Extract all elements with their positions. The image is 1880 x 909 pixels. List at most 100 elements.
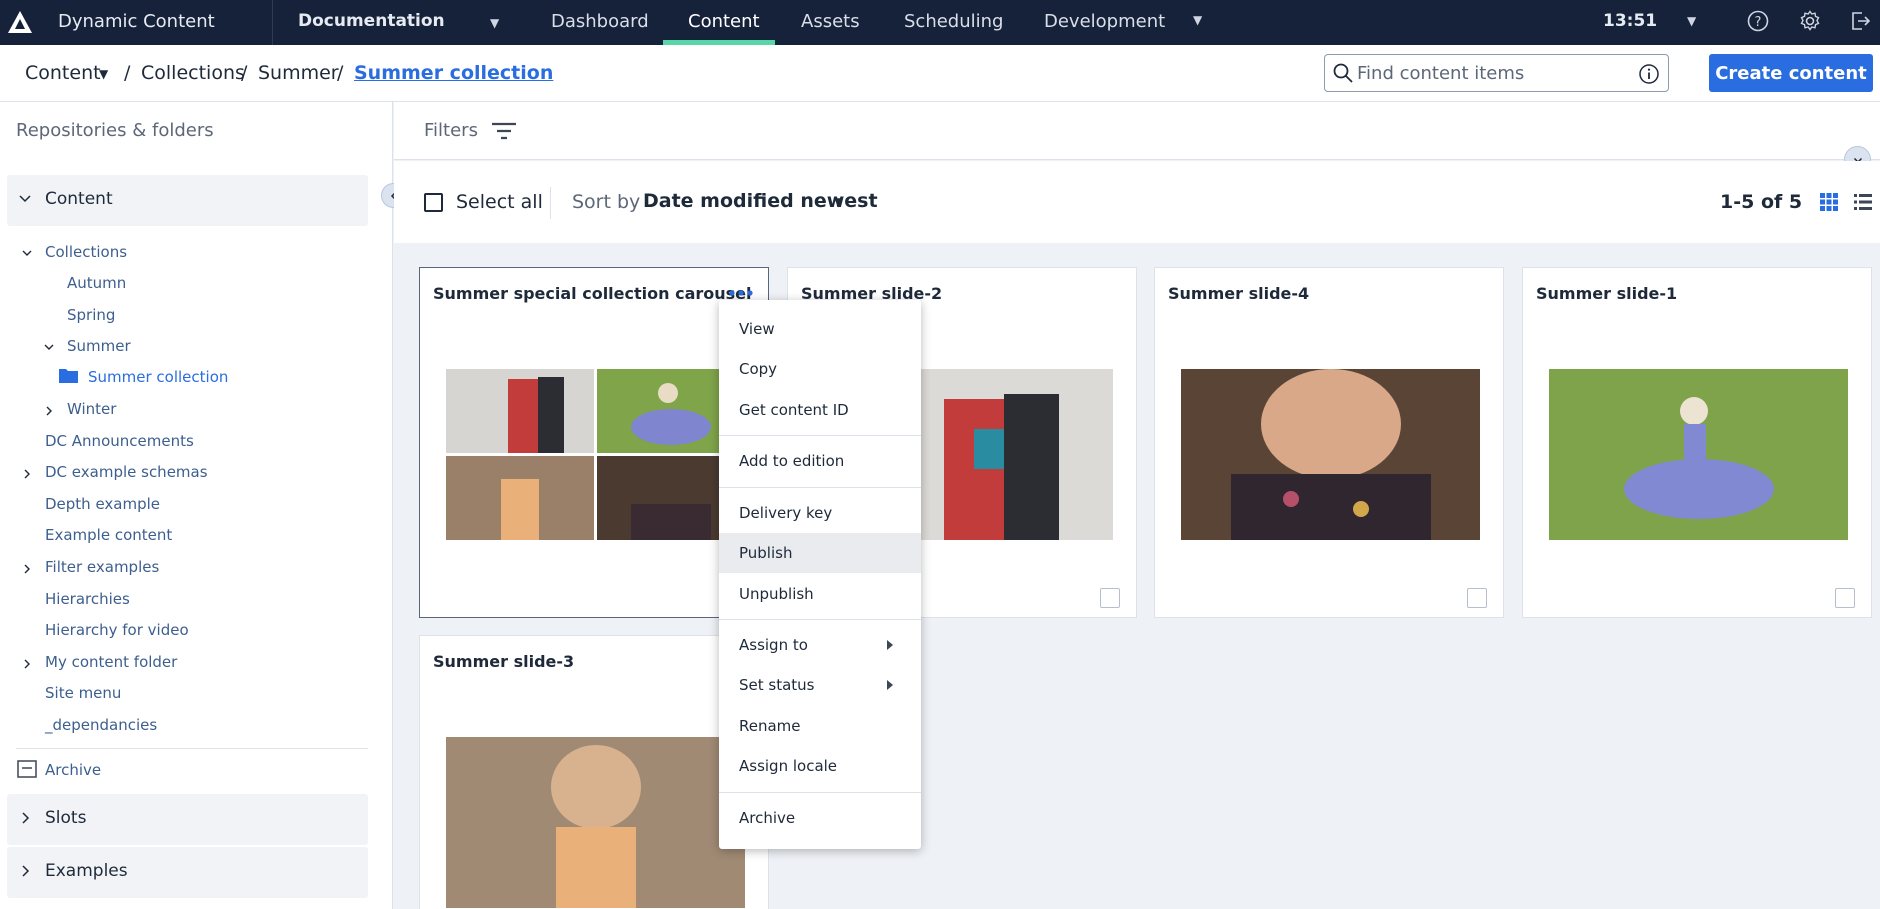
menu-item-get-content-id[interactable]: Get content ID (719, 390, 921, 430)
breadcrumb-dropdown-icon[interactable]: ▼ (99, 67, 108, 81)
breadcrumb-content[interactable]: Content (25, 62, 101, 84)
card-checkbox[interactable] (1100, 588, 1120, 608)
chevron-right-icon[interactable] (42, 404, 56, 418)
menu-item-copy[interactable]: Copy (719, 349, 921, 389)
tree-item-collections[interactable]: Collections (45, 243, 127, 261)
chevron-right-icon (22, 812, 30, 824)
card-title: Summer slide-3 (433, 652, 575, 671)
results-count: 1-5 of 5 (1720, 191, 1803, 213)
tab-scheduling[interactable]: Scheduling (904, 11, 1003, 32)
card-thumbnail-image (1181, 369, 1480, 540)
card-thumbnail-image (1549, 369, 1848, 540)
select-all-label[interactable]: Select all (456, 191, 543, 213)
card-title: Summer slide-4 (1168, 284, 1310, 303)
tree-item-depth-example[interactable]: Depth example (45, 495, 160, 513)
hub-dropdown-icon[interactable]: ▼ (490, 16, 499, 30)
menu-item-unpublish[interactable]: Unpublish (719, 574, 921, 614)
tree-item-example-content[interactable]: Example content (45, 526, 172, 544)
menu-separator (719, 619, 921, 620)
tree-item-autumn[interactable]: Autumn (67, 274, 126, 292)
create-content-button[interactable]: Create content (1709, 54, 1873, 92)
content-card[interactable]: Summer slide-3 (419, 635, 769, 909)
clock-time: 13:51 (1603, 11, 1658, 31)
info-icon[interactable] (1638, 63, 1660, 85)
tree-item-dc-example-schemas[interactable]: DC example schemas (45, 463, 208, 481)
tree-item-filter-examples[interactable]: Filter examples (45, 558, 159, 576)
more-options-icon[interactable] (728, 288, 754, 298)
tab-dashboard[interactable]: Dashboard (551, 11, 649, 32)
menu-separator (719, 792, 921, 793)
top-navigation-bar: Dynamic Content Documentation ▼ Dashboar… (0, 0, 1880, 45)
chevron-right-icon[interactable] (20, 467, 34, 481)
chevron-down-icon[interactable] (42, 340, 56, 354)
submenu-arrow-icon (887, 680, 893, 690)
tree-item-summer[interactable]: Summer (67, 337, 131, 355)
breadcrumb-bar: Content ▼ / Collections / Summer / Summe… (0, 45, 1880, 102)
filter-icon[interactable] (490, 120, 518, 142)
menu-item-assign-locale[interactable]: Assign locale (719, 746, 921, 786)
menu-item-archive[interactable]: Archive (719, 798, 921, 838)
amplience-logo-icon[interactable] (6, 8, 34, 36)
tree-item-site-menu[interactable]: Site menu (45, 684, 121, 702)
menu-item-rename[interactable]: Rename (719, 706, 921, 746)
chevron-right-icon[interactable] (20, 657, 34, 671)
tree-item-dependancies[interactable]: _dependancies (45, 716, 157, 734)
archive-icon (17, 760, 37, 778)
tab-development[interactable]: Development (1044, 11, 1165, 32)
menu-item-view[interactable]: View (719, 309, 921, 349)
nav-divider (272, 0, 273, 45)
breadcrumb-collections[interactable]: Collections (141, 62, 245, 84)
search-box[interactable] (1324, 54, 1669, 92)
tab-assets[interactable]: Assets (801, 11, 860, 32)
sidebar-divider (16, 748, 368, 749)
select-all-checkbox[interactable] (424, 193, 443, 212)
card-checkbox[interactable] (1835, 588, 1855, 608)
tree-item-spring[interactable]: Spring (67, 306, 115, 324)
tree-item-winter[interactable]: Winter (67, 400, 116, 418)
content-card[interactable]: Summer slide-1 (1522, 267, 1872, 618)
settings-gear-icon[interactable] (1798, 9, 1822, 33)
toolbar-divider (550, 187, 551, 219)
menu-item-publish[interactable]: Publish (719, 533, 921, 573)
chevron-right-icon[interactable] (20, 562, 34, 576)
list-view-icon[interactable] (1853, 192, 1873, 212)
menu-item-add-to-edition[interactable]: Add to edition (719, 441, 921, 481)
filters-label[interactable]: Filters (424, 120, 478, 141)
submenu-arrow-icon (887, 640, 893, 650)
card-checkbox[interactable] (1467, 588, 1487, 608)
grid-view-icon[interactable] (1819, 192, 1839, 212)
sidebar-section-slots[interactable]: Slots (7, 794, 368, 845)
list-toolbar: Select all Sort by Date modified newest … (394, 161, 1880, 243)
help-icon[interactable]: ? (1746, 9, 1770, 33)
collection-thumbnail-image (446, 369, 745, 540)
chevron-right-icon (22, 865, 30, 877)
tree-item-archive[interactable]: Archive (45, 761, 101, 779)
clock-dropdown-icon[interactable]: ▼ (1687, 14, 1696, 28)
more-tabs-dropdown-icon[interactable]: ▼ (1193, 13, 1202, 27)
hub-selector[interactable]: Documentation (298, 11, 445, 31)
content-card[interactable]: Summer special collection carousel (419, 267, 769, 618)
sidebar: Repositories & folders Content Collectio… (0, 102, 393, 909)
tree-item-my-content-folder[interactable]: My content folder (45, 653, 177, 671)
sort-by-label: Sort by (572, 191, 641, 213)
breadcrumb-summer[interactable]: Summer (258, 62, 339, 84)
content-card[interactable]: Summer slide-4 (1154, 267, 1504, 618)
sidebar-section-content[interactable]: Content (7, 175, 368, 226)
logout-icon[interactable] (1848, 9, 1872, 33)
menu-separator (719, 487, 921, 488)
search-input[interactable] (1357, 60, 1627, 86)
sidebar-section-examples[interactable]: Examples (7, 847, 368, 898)
card-thumbnail-image (446, 737, 745, 908)
tree-item-hierarchy-for-video[interactable]: Hierarchy for video (45, 621, 189, 639)
tree-item-summer-collection[interactable]: Summer collection (88, 368, 228, 386)
menu-item-delivery-key[interactable]: Delivery key (719, 493, 921, 533)
tree-item-hierarchies[interactable]: Hierarchies (45, 590, 130, 608)
chevron-down-icon[interactable] (20, 246, 34, 260)
tree-item-dc-announcements[interactable]: DC Announcements (45, 432, 194, 450)
tab-content[interactable]: Content (688, 11, 760, 32)
folder-icon (59, 369, 78, 383)
sidebar-section-label: Content (45, 189, 113, 209)
breadcrumb-summer-collection[interactable]: Summer collection (354, 62, 553, 84)
context-menu: View Copy Get content ID Add to edition … (719, 300, 921, 849)
sort-dropdown-icon[interactable]: ▼ (834, 195, 843, 209)
